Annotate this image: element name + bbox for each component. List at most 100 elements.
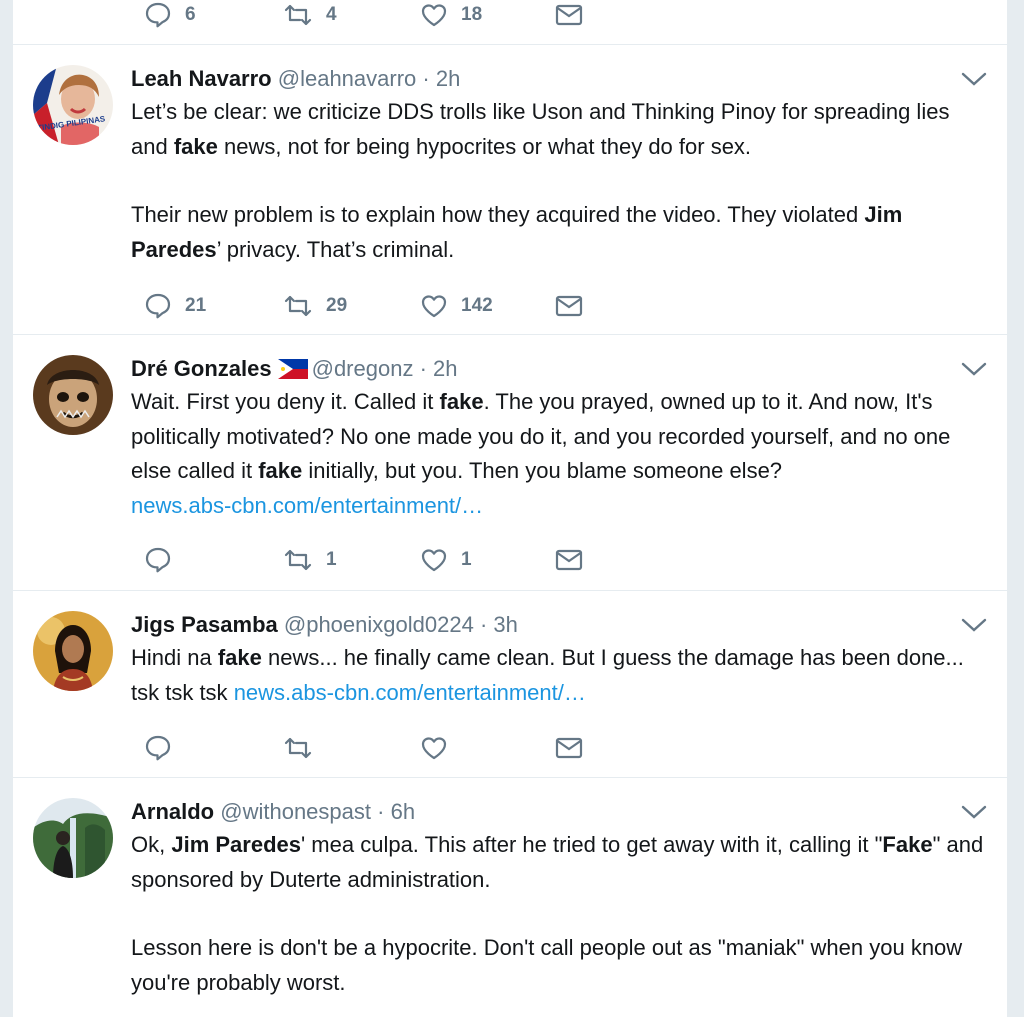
timestamp[interactable]: 3h [493, 612, 517, 637]
envelope-icon [555, 737, 583, 759]
direct-message-button[interactable] [555, 0, 583, 30]
display-name[interactable]: Dré Gonzales [131, 356, 272, 381]
article-link[interactable]: news.abs-cbn.com/entertainment/… [131, 493, 483, 518]
direct-message-button[interactable] [555, 545, 583, 575]
reply-icon [145, 293, 171, 319]
tweet-text: Hindi na fake news... he finally came cl… [131, 641, 987, 710]
timeline: 6 4 18 TINDIG PILIPINAS Leah Navarro @le… [13, 0, 1007, 1017]
like-button[interactable]: 18 [420, 0, 482, 30]
text-run: Hindi na [131, 645, 218, 670]
retweet-button[interactable] [283, 733, 326, 763]
text-run: news, not for being hypocrites or what t… [217, 133, 752, 159]
avatar[interactable]: TINDIG PILIPINAS [33, 65, 113, 145]
tweet-content: Dré Gonzales @dregonz · 2h Wait. First yo… [131, 353, 987, 523]
envelope-icon [555, 4, 583, 26]
username[interactable]: @withonespast [220, 799, 371, 824]
retweet-button[interactable]: 1 [283, 545, 337, 575]
tweet-header: Dré Gonzales @dregonz · 2h [131, 353, 987, 385]
username[interactable]: @leahnavarro [278, 66, 417, 91]
retweet-count: 1 [326, 549, 337, 570]
avatar[interactable] [33, 611, 113, 691]
like-button[interactable]: 142 [420, 291, 493, 321]
tweet-content: Leah Navarro @leahnavarro · 2h Let’s be … [131, 63, 987, 267]
retweet-count: 4 [326, 4, 337, 25]
display-name[interactable]: Jigs Pasamba [131, 612, 278, 637]
heart-icon [421, 4, 447, 27]
tweet-header: Leah Navarro @leahnavarro · 2h [131, 63, 987, 95]
tweet[interactable]: Arnaldo @withonespast · 6h Ok, Jim Pared… [13, 778, 1007, 1017]
paragraph: Let’s be clear: we criticize DDS trolls … [131, 95, 987, 164]
paragraph: Their new problem is to explain how they… [131, 198, 987, 267]
envelope-icon [555, 549, 583, 571]
paragraph: Wait. First you deny it. Called it fake.… [131, 385, 987, 523]
highlighted-keyword: Jim Paredes [171, 832, 301, 857]
text-run: Lesson here is don't be a hypocrite. Don… [131, 935, 963, 995]
chevron-down-icon[interactable] [961, 361, 987, 377]
reply-icon [145, 2, 171, 28]
like-count: 18 [461, 4, 483, 25]
separator-dot: · [419, 356, 427, 381]
retweet-button[interactable]: 29 [283, 291, 347, 321]
text-run: Wait. First you deny it. Called it [131, 389, 440, 414]
username[interactable]: @phoenixgold0224 [284, 612, 474, 637]
direct-message-button[interactable] [555, 733, 583, 763]
retweet-icon [284, 295, 312, 317]
avatar[interactable] [33, 798, 113, 878]
heart-icon [421, 737, 447, 760]
reply-icon [145, 735, 171, 761]
highlighted-keyword: fake [173, 133, 218, 159]
envelope-icon [555, 295, 583, 317]
tweet[interactable]: Jigs Pasamba @phoenixgold0224 · 3h Hindi… [13, 591, 1007, 777]
tweet-text: Ok, Jim Paredes' mea culpa. This after h… [131, 828, 987, 1000]
reply-button[interactable]: 21 [144, 291, 206, 321]
chevron-down-icon[interactable] [961, 617, 987, 633]
like-button[interactable] [420, 733, 461, 763]
reply-button[interactable] [144, 733, 185, 763]
retweet-icon [284, 4, 312, 26]
direct-message-button[interactable] [555, 291, 583, 321]
reply-button[interactable]: 6 [144, 0, 196, 30]
article-link[interactable]: news.abs-cbn.com/entertainment/… [234, 680, 586, 705]
retweet-icon [284, 549, 312, 571]
heart-icon [421, 295, 447, 318]
separator-dot: · [422, 66, 430, 91]
tweet-header: Jigs Pasamba @phoenixgold0224 · 3h [131, 609, 987, 641]
retweet-button[interactable]: 4 [283, 0, 337, 30]
text-run: ’ privacy. That’s criminal. [216, 236, 455, 262]
display-name[interactable]: Leah Navarro [131, 66, 272, 91]
highlighted-keyword: fake [217, 645, 262, 670]
display-name[interactable]: Arnaldo [131, 799, 214, 824]
chevron-down-icon[interactable] [961, 71, 987, 87]
tweet[interactable]: Dré Gonzales @dregonz · 2h Wait. First yo… [13, 335, 1007, 588]
separator-dot: · [377, 799, 385, 824]
retweet-icon [284, 737, 312, 759]
heart-icon [421, 549, 447, 572]
text-run: Ok, [131, 832, 172, 857]
tweet-text: Wait. First you deny it. Called it fake.… [131, 385, 987, 523]
username[interactable]: @dregonz [312, 356, 414, 381]
reply-icon [145, 547, 171, 573]
timestamp[interactable]: 2h [433, 356, 457, 381]
philippines-flag-icon [277, 359, 308, 379]
tweet-header: Arnaldo @withonespast · 6h [131, 796, 987, 828]
tweet[interactable]: TINDIG PILIPINAS Leah Navarro @leahnavar… [13, 45, 1007, 334]
avatar[interactable] [33, 355, 113, 435]
paragraph: Lesson here is don't be a hypocrite. Don… [131, 931, 987, 1000]
reply-button[interactable] [144, 545, 185, 575]
chevron-down-icon[interactable] [961, 804, 987, 820]
tweet-text: Let’s be clear: we criticize DDS trolls … [131, 95, 987, 267]
text-run: initially, but you. Then you blame someo… [302, 458, 783, 483]
paragraph: Ok, Jim Paredes' mea culpa. This after h… [131, 828, 987, 897]
highlighted-keyword: fake [258, 458, 303, 483]
paragraph: Hindi na fake news... he finally came cl… [131, 641, 987, 710]
timestamp[interactable]: 2h [436, 66, 460, 91]
timestamp[interactable]: 6h [391, 799, 415, 824]
highlighted-keyword: fake [439, 389, 484, 414]
tweet-content: Arnaldo @withonespast · 6h Ok, Jim Pared… [131, 796, 987, 1000]
text-run: ' mea culpa. This after he tried to get … [300, 832, 883, 857]
like-button[interactable]: 1 [420, 545, 472, 575]
like-count: 1 [461, 549, 472, 570]
highlighted-keyword: Fake [882, 832, 933, 857]
separator-dot: · [479, 612, 488, 637]
reply-count: 21 [185, 295, 207, 316]
